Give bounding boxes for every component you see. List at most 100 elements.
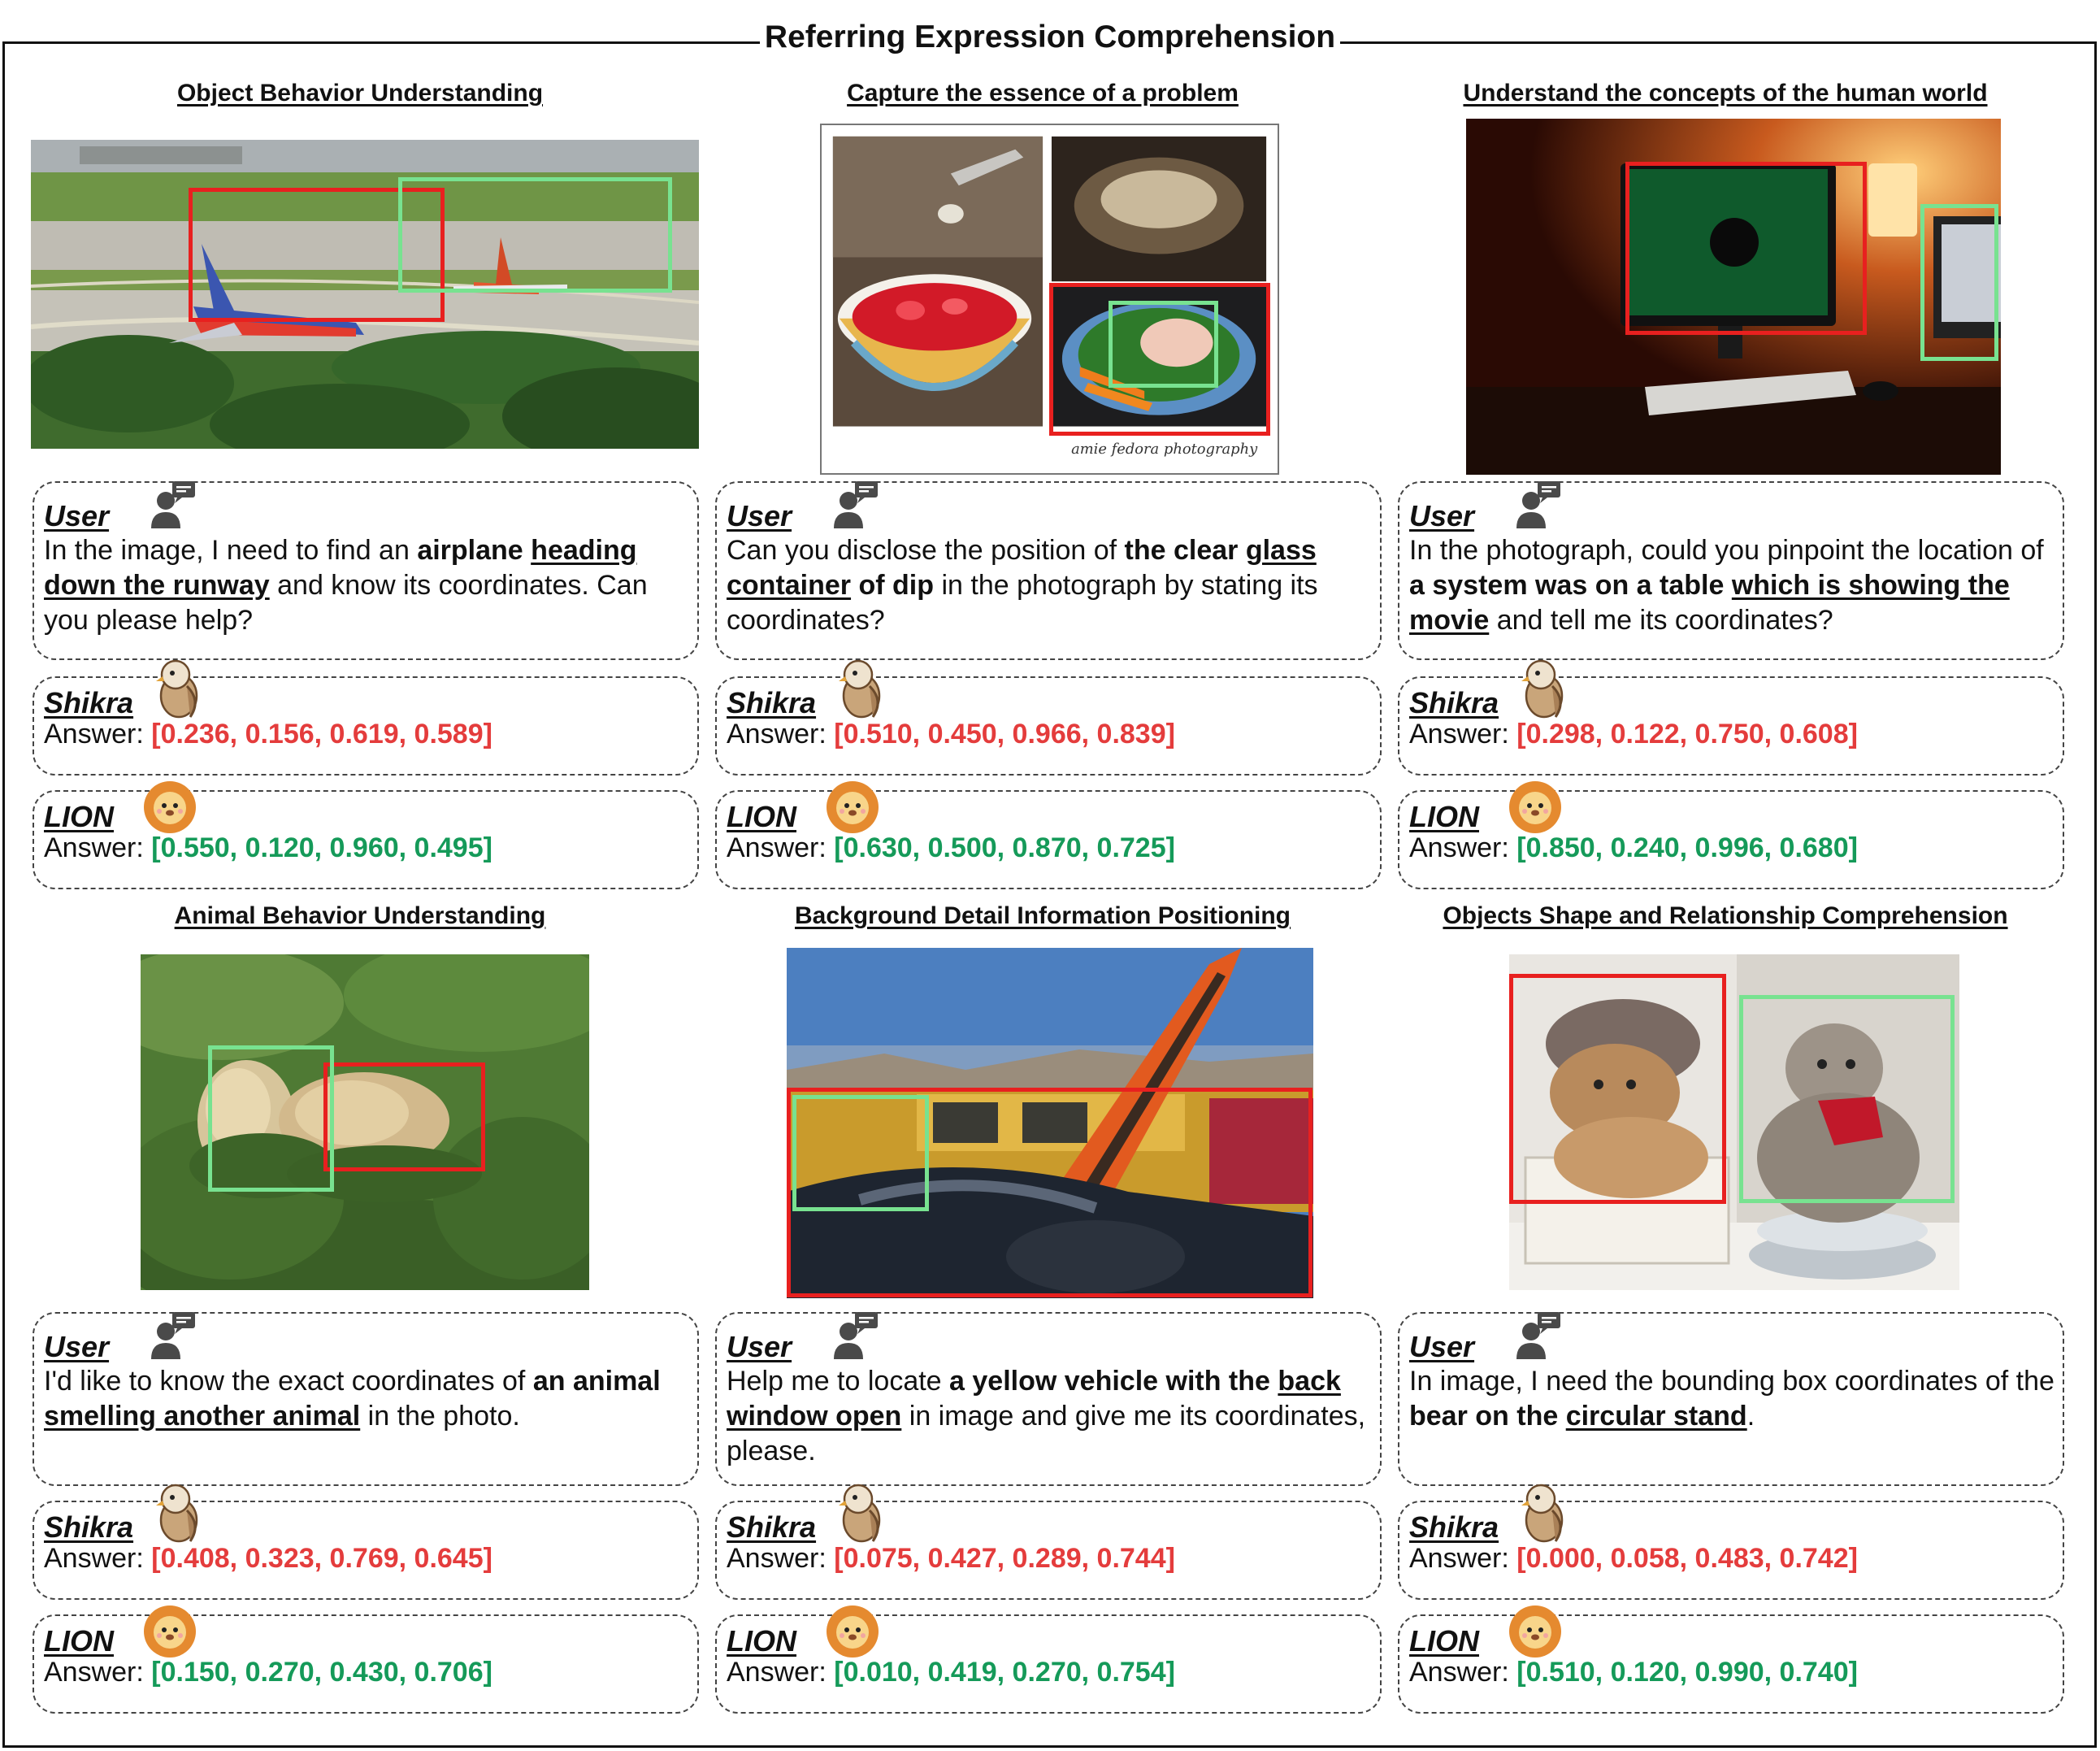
user-chat-icon xyxy=(1513,1310,1564,1361)
lion-answer: Answer: [0.550, 0.120, 0.960, 0.495] xyxy=(44,832,492,863)
user-bubble: User In the image, I need to find an air… xyxy=(33,481,699,660)
panel-heading: Capture the essence of a problem xyxy=(847,80,1239,106)
question-text-run: the clear xyxy=(1124,535,1246,566)
shikra-bird-icon xyxy=(834,1483,889,1543)
shikra-label: Shikra xyxy=(727,1510,817,1544)
user-question: Can you disclose the position of the cle… xyxy=(727,533,1377,638)
lion-coordinates: [0.010, 0.419, 0.270, 0.754] xyxy=(834,1657,1175,1688)
user-bubble: User Can you disclose the position of th… xyxy=(715,481,1382,660)
question-text-run: in the photo. xyxy=(360,1401,520,1432)
shikra-bird-icon xyxy=(1516,658,1572,719)
teddy-bears-photo xyxy=(1509,954,1959,1290)
lion-bubble: LION Answer: [0.850, 0.240, 0.996, 0.680… xyxy=(1398,781,2064,889)
user-label: User xyxy=(44,1330,110,1363)
lion-label: LION xyxy=(1409,800,1479,833)
user-question: I'd like to know the exact coordinates o… xyxy=(44,1364,694,1434)
user-chat-icon xyxy=(831,480,881,530)
lion-icon xyxy=(824,779,881,836)
shikra-label: Shikra xyxy=(44,1510,134,1544)
lion-bubble: LION Answer: [0.150, 0.270, 0.430, 0.706… xyxy=(33,1605,699,1714)
user-question: In image, I need the bounding box coordi… xyxy=(1409,1364,2059,1434)
lion-coordinates: [0.630, 0.500, 0.870, 0.725] xyxy=(834,832,1175,863)
question-text-run: . xyxy=(1746,1401,1755,1432)
question-text-run: bear on the xyxy=(1409,1401,1566,1432)
panel-object-behavior: Object Behavior Understanding User In th… xyxy=(23,80,699,901)
question-text-run: Can you disclose the position of xyxy=(727,535,1125,566)
shikra-coordinates: [0.236, 0.156, 0.619, 0.589] xyxy=(151,719,492,749)
shikra-coordinates: [0.510, 0.450, 0.966, 0.839] xyxy=(834,719,1175,749)
user-bubble: User I'd like to know the exact coordina… xyxy=(33,1312,699,1486)
lion-label: LION xyxy=(727,1624,796,1658)
shikra-answer: Answer: [0.075, 0.427, 0.289, 0.744] xyxy=(727,1543,1175,1574)
lion-coordinates: [0.850, 0.240, 0.996, 0.680] xyxy=(1516,832,1858,863)
user-chat-icon xyxy=(148,1310,198,1361)
lion-bubble: LION Answer: [0.010, 0.419, 0.270, 0.754… xyxy=(715,1605,1382,1714)
shikra-bubble: Shikra Answer: [0.298, 0.122, 0.750, 0.6… xyxy=(1398,659,2064,776)
lion-label: LION xyxy=(44,800,114,833)
airport-airplanes-photo xyxy=(31,140,699,449)
lion-label: LION xyxy=(1409,1624,1479,1658)
question-text-run: In the image, I need to find an xyxy=(44,535,418,566)
user-bubble: User In image, I need the bounding box c… xyxy=(1398,1312,2064,1486)
user-label: User xyxy=(727,1330,792,1363)
shikra-answer: Answer: [0.000, 0.058, 0.483, 0.742] xyxy=(1409,1543,1858,1574)
user-chat-icon xyxy=(831,1310,881,1361)
shikra-bubble: Shikra Answer: [0.075, 0.427, 0.289, 0.7… xyxy=(715,1484,1382,1600)
panel-animal-behavior: Animal Behavior Understanding User I'd l… xyxy=(23,902,699,1723)
user-label: User xyxy=(44,499,110,532)
lion-answer: Answer: [0.010, 0.419, 0.270, 0.754] xyxy=(727,1657,1175,1688)
shikra-bird-icon xyxy=(834,658,889,719)
panel-shape-relationship: Objects Shape and Relationship Comprehen… xyxy=(1388,902,2064,1723)
shikra-bubble: Shikra Answer: [0.510, 0.450, 0.966, 0.8… xyxy=(715,659,1382,776)
user-question: In the photograph, could you pinpoint th… xyxy=(1409,533,2059,638)
user-question: In the image, I need to find an airplane… xyxy=(44,533,694,638)
panel-heading: Animal Behavior Understanding xyxy=(174,902,546,929)
shikra-label: Shikra xyxy=(727,686,817,719)
question-text-run: and tell me its coordinates? xyxy=(1489,605,1833,636)
shikra-bird-icon xyxy=(1516,1483,1572,1543)
lion-icon xyxy=(1507,1603,1564,1660)
shikra-coordinates: [0.408, 0.323, 0.769, 0.645] xyxy=(151,1543,492,1574)
lion-bubble: LION Answer: [0.510, 0.120, 0.990, 0.740… xyxy=(1398,1605,2064,1714)
lion-answer: Answer: [0.630, 0.500, 0.870, 0.725] xyxy=(727,832,1175,863)
panel-human-world-concepts: Understand the concepts of the human wor… xyxy=(1388,80,2064,901)
lion-coordinates: [0.550, 0.120, 0.960, 0.495] xyxy=(151,832,492,863)
panel-capture-essence: Capture the essence of a problem amie fe… xyxy=(705,80,1382,901)
shikra-answer: Answer: [0.510, 0.450, 0.966, 0.839] xyxy=(727,719,1175,749)
shikra-coordinates: [0.075, 0.427, 0.289, 0.744] xyxy=(834,1543,1175,1574)
user-bubble: User Help me to locate a yellow vehicle … xyxy=(715,1312,1382,1486)
question-text-run: a yellow vehicle with the xyxy=(949,1366,1278,1397)
question-text-run: circular stand xyxy=(1565,1401,1747,1432)
question-text-run: a system was on a table xyxy=(1409,570,1732,601)
panel-heading: Objects Shape and Relationship Comprehen… xyxy=(1443,902,2008,929)
shikra-bird-icon xyxy=(151,658,206,719)
shikra-bubble: Shikra Answer: [0.000, 0.058, 0.483, 0.7… xyxy=(1398,1484,2064,1600)
shikra-answer: Answer: [0.408, 0.323, 0.769, 0.645] xyxy=(44,1543,492,1574)
lion-bubble: LION Answer: [0.630, 0.500, 0.870, 0.725… xyxy=(715,781,1382,889)
lion-bubble: LION Answer: [0.550, 0.120, 0.960, 0.495… xyxy=(33,781,699,889)
panel-heading: Background Detail Information Positionin… xyxy=(794,902,1291,929)
computer-desk-photo xyxy=(1466,119,2001,475)
lion-icon xyxy=(1507,779,1564,836)
surfboard-cars-photo xyxy=(787,948,1313,1298)
shikra-label: Shikra xyxy=(1409,686,1499,719)
lion-coordinates: [0.150, 0.270, 0.430, 0.706] xyxy=(151,1657,492,1688)
question-text-run: I'd like to know the exact coordinates o… xyxy=(44,1366,533,1397)
shikra-coordinates: [0.298, 0.122, 0.750, 0.608] xyxy=(1516,719,1858,749)
lion-label: LION xyxy=(727,800,796,833)
question-text-run: Help me to locate xyxy=(727,1366,950,1397)
question-text-run: smelling another animal xyxy=(44,1401,361,1432)
shikra-label: Shikra xyxy=(44,686,134,719)
user-chat-icon xyxy=(1513,480,1564,530)
lion-coordinates: [0.510, 0.120, 0.990, 0.740] xyxy=(1516,1657,1858,1688)
panel-heading: Object Behavior Understanding xyxy=(176,80,544,106)
question-text-run: In image, I need the bounding box coordi… xyxy=(1409,1366,2054,1397)
panel-heading: Understand the concepts of the human wor… xyxy=(1463,80,1988,106)
user-label: User xyxy=(727,499,792,532)
shikra-coordinates: [0.000, 0.058, 0.483, 0.742] xyxy=(1516,1543,1858,1574)
question-text-run: of dip xyxy=(851,570,935,601)
lion-icon xyxy=(824,1603,881,1660)
lion-label: LION xyxy=(44,1624,114,1658)
lion-icon xyxy=(141,1603,198,1660)
panel-background-detail: Background Detail Information Positionin… xyxy=(705,902,1382,1723)
